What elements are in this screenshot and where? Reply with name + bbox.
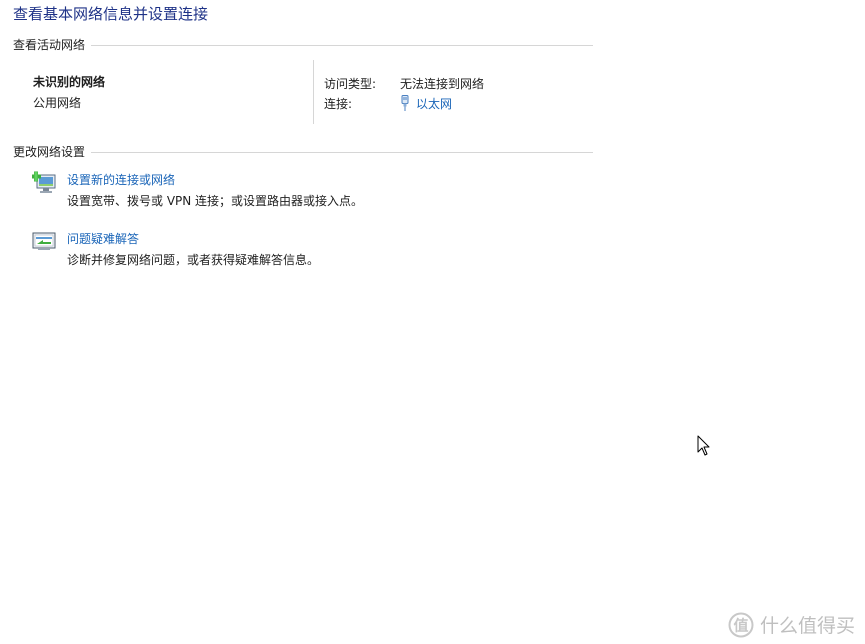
connections-label: 连接: — [324, 96, 353, 111]
access-type-value: 无法连接到网络 — [400, 76, 485, 91]
network-panel-divider — [313, 60, 314, 124]
troubleshoot-link[interactable]: 问题疑难解答 — [67, 230, 139, 247]
svg-text:值: 值 — [733, 616, 748, 634]
ethernet-connection-link[interactable]: 以太网 — [400, 95, 452, 112]
network-name: 未识别的网络 — [33, 75, 106, 89]
access-type-row: 访问类型: 无法连接到网络 — [324, 73, 484, 93]
watermark: 值 什么值得买 — [728, 611, 855, 638]
task-troubleshoot: 问题疑难解答 诊断并修复网络问题，或者获得疑难解答信息。 — [32, 230, 452, 270]
new-connection-link[interactable]: 设置新的连接或网络 — [67, 171, 175, 188]
access-type-label: 访问类型: — [324, 76, 377, 91]
change-settings-header: 更改网络设置 — [13, 143, 593, 159]
section-divider — [91, 151, 593, 153]
troubleshoot-icon — [32, 232, 56, 250]
task-new-connection: 设置新的连接或网络 设置宽带、拨号或 VPN 连接；或设置路由器或接入点。 — [32, 171, 452, 211]
change-settings-header-label: 更改网络设置 — [13, 144, 86, 159]
active-network-panel: 未识别的网络 公用网络 访问类型: 无法连接到网络 连接: 以太网 — [13, 60, 593, 124]
mouse-cursor-icon — [697, 435, 710, 456]
active-networks-header-label: 查看活动网络 — [13, 37, 86, 52]
network-category[interactable]: 公用网络 — [33, 94, 105, 111]
smzdm-logo-icon: 值 — [728, 612, 754, 637]
connections-row: 连接: 以太网 — [324, 93, 484, 113]
section-divider — [91, 44, 593, 46]
page-title: 查看基本网络信息并设置连接 — [13, 5, 209, 23]
network-identity: 未识别的网络 公用网络 — [33, 73, 105, 111]
new-connection-description: 设置宽带、拨号或 VPN 连接；或设置路由器或接入点。 — [67, 194, 364, 208]
watermark-text: 什么值得买 — [759, 615, 855, 637]
troubleshoot-description: 诊断并修复网络问题，或者获得疑难解答信息。 — [67, 253, 320, 267]
active-networks-header: 查看活动网络 — [13, 36, 593, 52]
ethernet-connection-label[interactable]: 以太网 — [416, 95, 452, 112]
network-properties: 访问类型: 无法连接到网络 连接: 以太网 — [324, 73, 484, 113]
ethernet-plug-icon — [401, 95, 409, 111]
new-connection-icon — [32, 171, 56, 193]
